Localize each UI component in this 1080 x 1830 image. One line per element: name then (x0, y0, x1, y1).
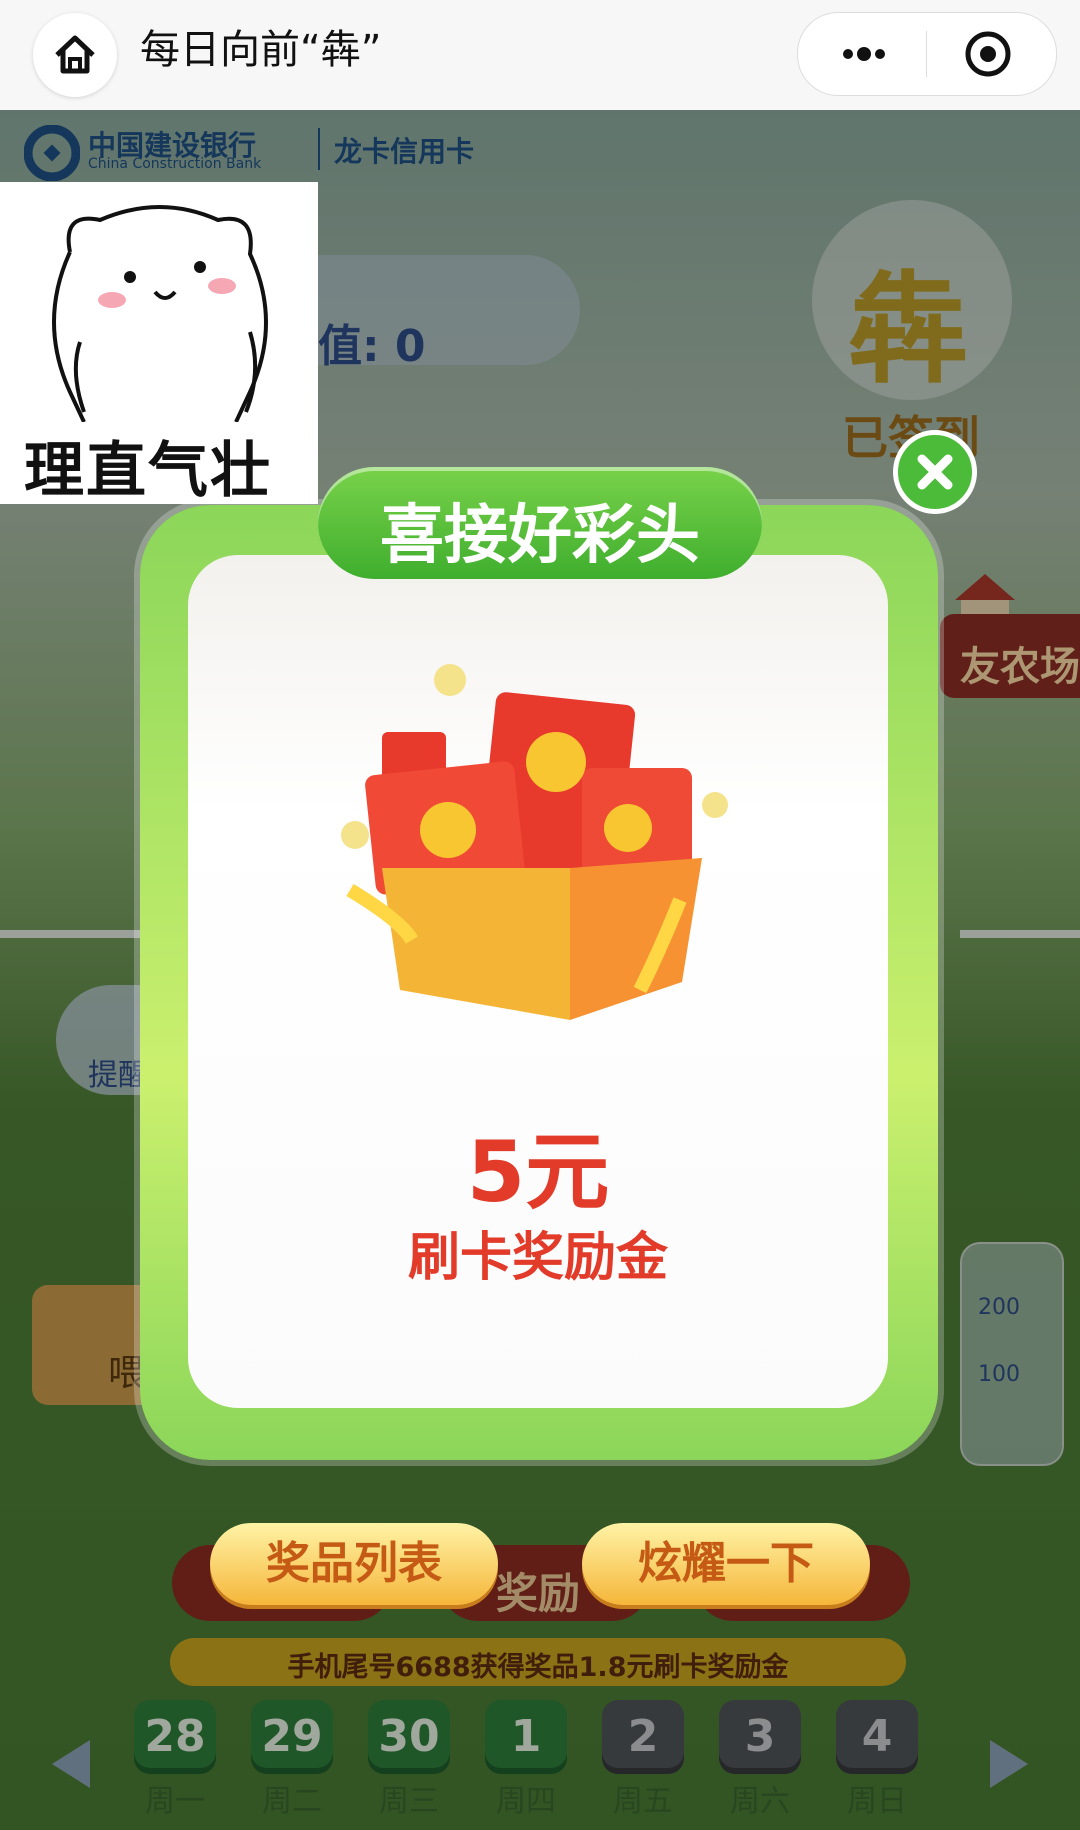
prize-list-button[interactable]: 奖品列表 (210, 1523, 498, 1605)
target-circle-icon (965, 31, 1011, 77)
reward-amount: 5元 (466, 1123, 610, 1221)
more-button[interactable] (822, 27, 902, 81)
home-icon (55, 35, 95, 74)
red-envelope-gift-icon (341, 664, 728, 1020)
show-off-button[interactable]: 炫耀一下 (582, 1523, 870, 1605)
more-dots-icon (843, 47, 885, 61)
mini-program-capsule (797, 12, 1057, 96)
reward-name: 刷卡奖励金 (407, 1228, 668, 1288)
capsule-divider (926, 31, 927, 77)
modal-title: 喜接好彩头 (380, 499, 700, 573)
exit-button[interactable] (948, 27, 1028, 81)
close-modal-button[interactable] (893, 430, 977, 514)
close-icon (917, 454, 953, 490)
home-button[interactable] (33, 13, 117, 97)
cartoon-bear-icon (52, 205, 268, 423)
page-title: 每日向前“犇” (140, 27, 382, 73)
sticker-caption: 理直气壮 (24, 436, 272, 506)
